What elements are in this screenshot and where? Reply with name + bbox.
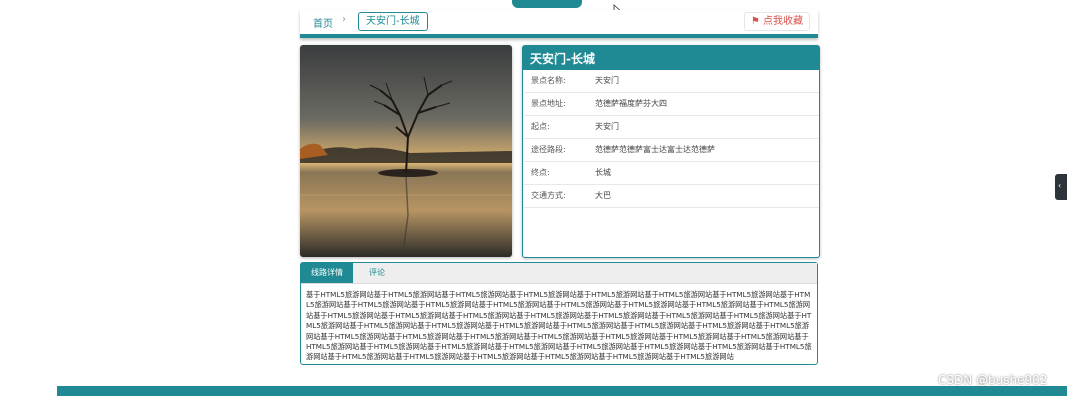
side-panel-toggle[interactable]: ‹ <box>1055 174 1067 200</box>
info-row-address: 景点地址: 范德萨福度萨芬大四 <box>523 93 819 116</box>
info-value: 范德萨福度萨芬大四 <box>595 99 667 108</box>
info-row-route: 途径路段: 范德萨范德萨富士达富士达范德萨 <box>523 139 819 162</box>
watermark: CSDN @bushe902 <box>938 373 1048 387</box>
scenic-info-panel: 天安门-长城 景点名称: 天安门 景点地址: 范德萨福度萨芬大四 起点: 天安门… <box>522 45 820 258</box>
info-value: 范德萨范德萨富士达富士达范德萨 <box>595 145 715 154</box>
breadcrumb: 首页 › 天安门-长城 ⚑ 点我收藏 <box>300 10 818 38</box>
breadcrumb-current[interactable]: 天安门-长城 <box>358 12 428 31</box>
breadcrumb-separator: › <box>342 14 346 25</box>
collect-button-label: 点我收藏 <box>763 16 803 27</box>
scenic-photo <box>300 45 512 257</box>
breadcrumb-home-link[interactable]: 首页 <box>313 15 333 30</box>
info-label: 景点地址: <box>531 99 566 108</box>
collect-button[interactable]: ⚑ 点我收藏 <box>743 12 810 31</box>
footer-bar <box>57 386 1067 396</box>
tab-route-detail[interactable]: 线路详情 <box>301 263 353 283</box>
chevron-left-icon: ‹ <box>1058 181 1062 190</box>
info-row-end: 终点: 长城 <box>523 162 819 185</box>
scenic-title: 天安门-长城 <box>523 46 819 70</box>
info-value: 天安门 <box>595 122 619 131</box>
info-row-start: 起点: 天安门 <box>523 116 819 139</box>
info-label: 景点名称: <box>531 76 566 85</box>
top-nav-indicator <box>512 0 582 8</box>
detail-tabs: 线路详情 评论 <box>301 263 817 284</box>
info-label: 交通方式: <box>531 191 566 200</box>
route-detail-text: 基于HTML5旅游网站基于HTML5旅游网站基于HTML5旅游网站基于HTML5… <box>306 290 812 362</box>
info-label: 终点: <box>531 168 550 177</box>
info-label: 途径路段: <box>531 145 566 154</box>
route-detail-panel: 线路详情 评论 基于HTML5旅游网站基于HTML5旅游网站基于HTML5旅游网… <box>300 262 818 365</box>
info-row-name: 景点名称: 天安门 <box>523 70 819 93</box>
info-label: 起点: <box>531 122 550 131</box>
info-value: 天安门 <box>595 76 619 85</box>
flag-icon: ⚑ <box>750 16 760 27</box>
info-row-transport: 交通方式: 大巴 <box>523 185 819 208</box>
tab-comments[interactable]: 评论 <box>359 263 395 283</box>
info-value: 长城 <box>595 168 611 177</box>
info-value: 大巴 <box>595 191 611 200</box>
